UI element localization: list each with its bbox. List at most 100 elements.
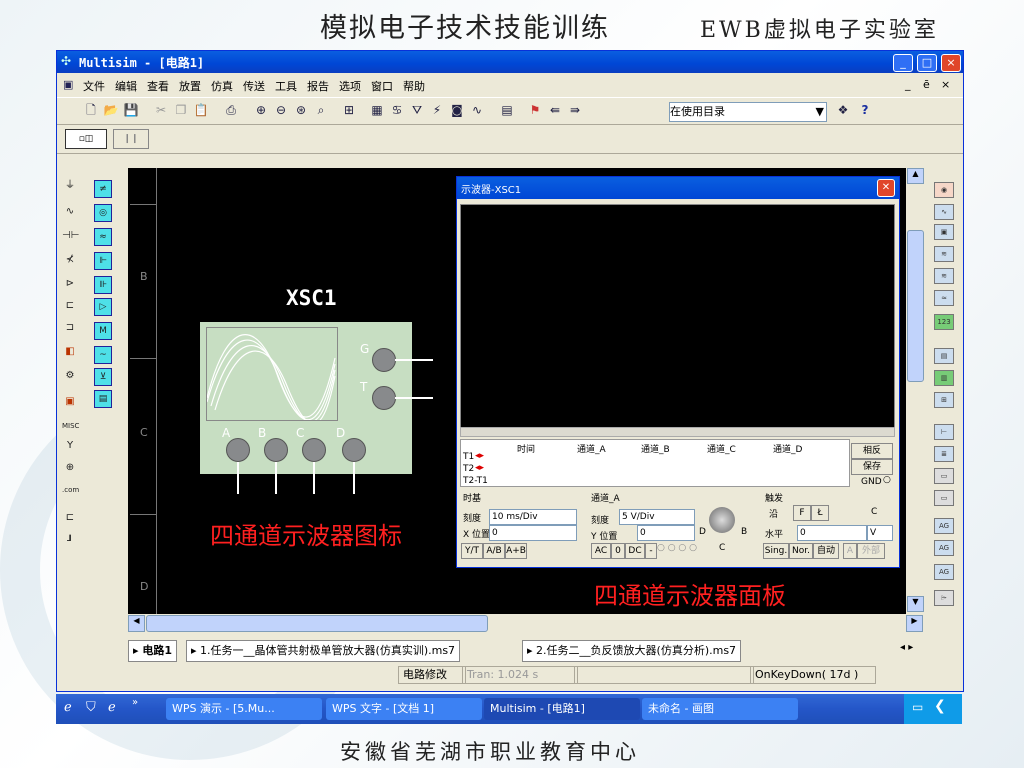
iv-analyzer-icon[interactable]: ⊢ (934, 424, 954, 440)
scroll-up-icon[interactable]: ▲ (907, 168, 924, 184)
waveform-icon[interactable]: ∿ (469, 102, 485, 118)
menu-options[interactable]: 选项 (339, 78, 361, 94)
terminal-g[interactable] (372, 348, 396, 372)
maximize-button[interactable]: □ (917, 54, 937, 72)
zoom-out-icon[interactable]: ⊖ (273, 102, 289, 118)
spectrum-analyzer-icon[interactable]: ▭ (934, 468, 954, 484)
ie-icon[interactable]: ℯ (64, 700, 72, 715)
t1-arrows-icon[interactable]: ◂▸ (475, 451, 484, 461)
probe-instrument-icon[interactable]: ⌲ (934, 590, 954, 606)
transistor-icon[interactable]: ⊀ (62, 252, 78, 268)
diodes-bin-icon[interactable]: ≈ (94, 228, 112, 246)
sources-bin-icon[interactable]: ≠ (94, 180, 112, 198)
vertical-scrollbar[interactable]: ▲ ▼ (906, 168, 924, 614)
power-source-icon[interactable]: ⏚ (62, 178, 78, 194)
task-wps-writer[interactable]: WPS 文字 - [文档 1] (326, 698, 482, 720)
external-button[interactable]: 外部 (857, 543, 885, 559)
tab-circuit1[interactable]: ▸ 电路1 (128, 640, 178, 662)
four-channel-scope-icon[interactable]: ≋ (934, 268, 954, 284)
zoom-fit-icon[interactable]: ⌕ (313, 102, 329, 118)
scope-display[interactable] (460, 204, 895, 428)
agilent-scope-icon[interactable]: AG (934, 564, 954, 580)
browser-icon[interactable]: ℯ (108, 700, 116, 715)
component-icon[interactable]: ♋ (389, 102, 405, 118)
help-icon[interactable]: ? (857, 102, 873, 118)
in-use-list-combo[interactable]: 在使用目录 ▼ (669, 102, 827, 122)
mode-yt-button[interactable]: Y/T (461, 543, 483, 559)
cut-icon[interactable]: ✂ (153, 102, 169, 118)
function-generator-icon[interactable]: ∿ (934, 204, 954, 220)
mixed-bin-icon[interactable]: ⊻ (94, 368, 112, 386)
task-wps-presentation[interactable]: WPS 演示 - [5.Mu... (166, 698, 322, 720)
panel-close-button[interactable]: ✕ (877, 179, 895, 197)
scroll-right-icon[interactable]: ▶ (906, 615, 923, 632)
resistor-icon[interactable]: ∿ (62, 204, 78, 220)
bug-icon[interactable]: ⚑ (527, 102, 543, 118)
falling-edge-button[interactable]: Ł (811, 505, 829, 521)
tab-task1[interactable]: ▸ 1.任务一__晶体管共射极单管放大器(仿真实训).ms7 (186, 640, 461, 662)
coupling-dc-button[interactable]: DC (625, 543, 645, 559)
save-icon[interactable]: 💾 (123, 102, 139, 118)
ypos-field[interactable]: 0 (637, 525, 695, 541)
zoom-area-icon[interactable]: ⊛ (293, 102, 309, 118)
multimeter-icon[interactable]: ◉ (934, 182, 954, 198)
normal-button[interactable]: Nor. (789, 543, 813, 559)
t2-arrows-icon[interactable]: ◂▸ (475, 463, 484, 473)
com-icon[interactable]: .com (62, 482, 79, 498)
level-field[interactable]: 0 (797, 525, 867, 541)
wire-icon[interactable]: ⚡ (429, 102, 445, 118)
menu-reports[interactable]: 报告 (307, 78, 329, 94)
forward-annotate-icon[interactable]: ⇛ (567, 102, 583, 118)
wattmeter-icon[interactable]: ▣ (934, 224, 954, 240)
terminal-b[interactable] (264, 438, 288, 462)
back-annotate-icon[interactable]: ⇚ (547, 102, 563, 118)
logic-converter-icon[interactable]: ⊞ (934, 392, 954, 408)
menu-view[interactable]: 查看 (147, 78, 169, 94)
indicator-icon[interactable]: ▣ (62, 394, 78, 410)
auto-button[interactable]: 自动 (813, 543, 839, 559)
scroll-down-icon[interactable]: ▼ (907, 596, 924, 612)
trigger-a-button[interactable]: A (843, 543, 857, 559)
agilent-multimeter-icon[interactable]: AG (934, 540, 954, 556)
tray-expand-icon[interactable]: ❮ (934, 698, 946, 714)
zoom-in-icon[interactable]: ⊕ (253, 102, 269, 118)
probe-icon[interactable]: ❖ (835, 102, 851, 118)
terminal-c[interactable] (302, 438, 326, 462)
menu-simulate[interactable]: 仿真 (211, 78, 233, 94)
opamp-icon[interactable]: ⊳ (62, 276, 78, 292)
menu-help[interactable]: 帮助 (403, 78, 425, 94)
pause-icon[interactable]: ❙❙ (113, 129, 149, 149)
mode-ab-button[interactable]: A/B (483, 543, 505, 559)
menu-transfer[interactable]: 传送 (243, 78, 265, 94)
network-analyzer-icon[interactable]: ▭ (934, 490, 954, 506)
antenna-icon[interactable]: Y (62, 438, 78, 454)
channel-selector-knob[interactable] (709, 507, 735, 533)
copy-icon[interactable]: ❐ (173, 102, 189, 118)
menu-window[interactable]: 窗口 (371, 78, 393, 94)
agilent-generator-icon[interactable]: AG (934, 518, 954, 534)
electromech-icon[interactable]: ⊕ (62, 460, 78, 476)
coupling-ac-button[interactable]: AC (591, 543, 611, 559)
horizontal-scroll-thumb[interactable] (146, 615, 488, 632)
grid-icon[interactable]: ▦ (369, 102, 385, 118)
menu-file[interactable]: 文件 (83, 78, 105, 94)
mode-a-plus-b-button[interactable]: A+B (505, 543, 527, 559)
calculator-icon[interactable]: ▤ (499, 102, 515, 118)
reverse-button[interactable]: 相反 (851, 443, 893, 459)
minimize-button[interactable]: _ (893, 54, 913, 72)
close-button[interactable]: × (941, 54, 961, 72)
ttl-icon[interactable]: ⊏ (62, 298, 78, 314)
title-bar[interactable]: ✣ Multisim - [电路1] _ □ × (57, 51, 963, 73)
mixed-icon[interactable]: ⚙ (62, 368, 78, 384)
chevron-right-icon[interactable]: » (132, 697, 138, 708)
hierarchy-icon[interactable]: ⊞ (341, 102, 357, 118)
terminal-t[interactable] (372, 386, 396, 410)
basic-bin-icon[interactable]: ◎ (94, 204, 112, 222)
channel-radios[interactable]: ○ ○ ○ ○ (657, 543, 697, 553)
diode-icon[interactable]: ⊣⊢ (62, 228, 79, 244)
ttl-bin-icon[interactable]: ▷ (94, 298, 112, 316)
rising-edge-button[interactable]: F (793, 505, 811, 521)
analysis-icon[interactable]: ◙ (449, 102, 465, 118)
task-multisim[interactable]: Multisim - [电路1] (484, 698, 640, 720)
save-button[interactable]: 保存 (851, 459, 893, 475)
